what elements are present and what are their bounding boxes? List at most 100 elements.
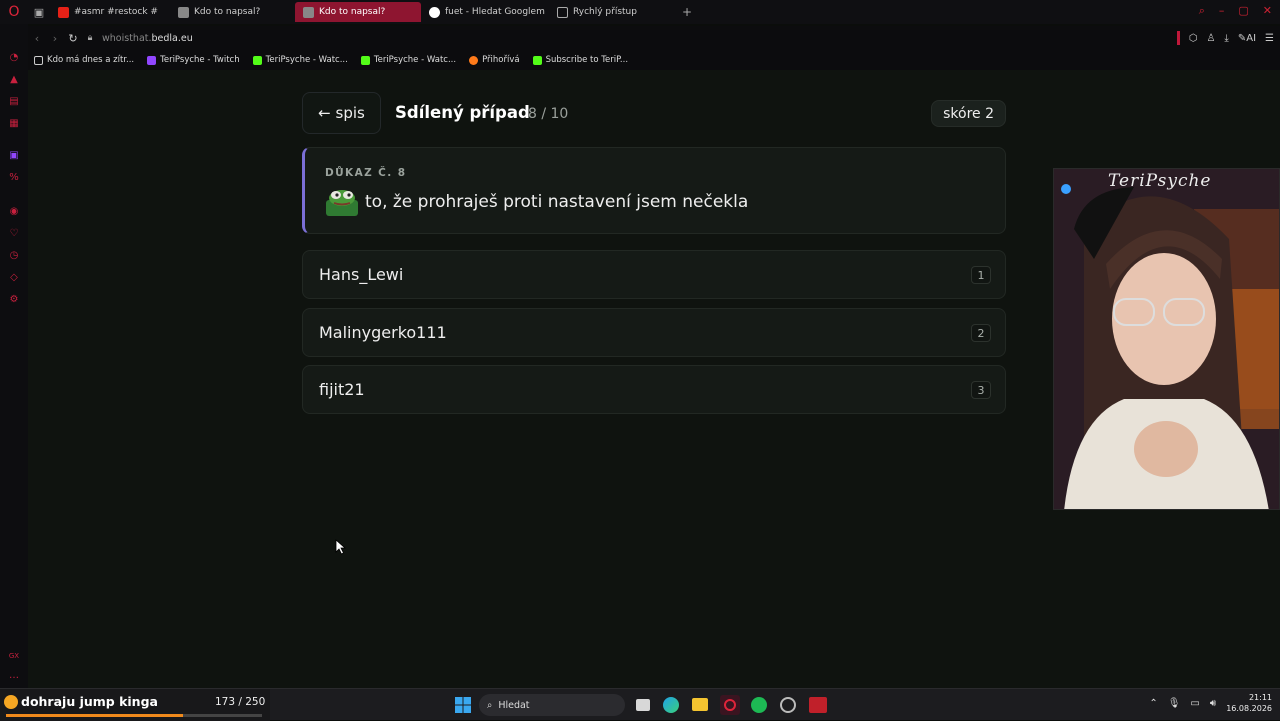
bookmark-3[interactable]: TeriPsyche - Watc... bbox=[360, 55, 457, 65]
answer-option[interactable]: Malinygerko111 2 bbox=[302, 308, 1006, 357]
search-tabs-icon[interactable]: ⌕ bbox=[1199, 4, 1205, 18]
task-view-icon[interactable] bbox=[636, 699, 650, 711]
gx-icon[interactable]: GX bbox=[8, 650, 20, 662]
twitch-icon[interactable]: ▣ bbox=[8, 150, 20, 162]
bookmark-label: Kdo má dnes a zítr... bbox=[47, 55, 135, 65]
tab-0[interactable]: #asmr #restock # bbox=[50, 2, 170, 22]
volume-icon[interactable]: 🔊︎ bbox=[1210, 698, 1216, 709]
back-icon[interactable]: ‹ bbox=[28, 32, 46, 45]
evidence-card: DŮKAZ Č. 8 to, že prohraješ proti nastav… bbox=[302, 147, 1006, 234]
page-icon bbox=[303, 6, 314, 18]
settings-icon[interactable]: ⚙ bbox=[8, 294, 20, 306]
history-icon[interactable]: ◷ bbox=[8, 250, 20, 262]
windows-start-icon[interactable] bbox=[455, 697, 471, 713]
tab-label: Kdo to napsal? bbox=[194, 7, 261, 17]
bookmark-1[interactable]: TeriPsyche - Twitch bbox=[147, 55, 240, 65]
tab-1[interactable]: Kdo to napsal? bbox=[170, 2, 295, 22]
answer-name: Hans_Lewi bbox=[319, 265, 404, 284]
kick-icon bbox=[532, 55, 542, 65]
score-badge: skóre 2 bbox=[931, 100, 1006, 127]
toolbar-right: ⬡ ♙ ⤓ ✎AI ☰ bbox=[1176, 31, 1274, 45]
address-bar: ‹ › ↻ 🔒︎ whoisthat.bedla.eu ⬡ ♙ ⤓ ✎AI ☰ bbox=[28, 26, 1280, 50]
page-icon bbox=[178, 6, 189, 18]
fire-icon bbox=[469, 55, 479, 65]
goal-text: dohraju jump kinga bbox=[21, 694, 158, 709]
streamer-name: TeriPsyche bbox=[1108, 171, 1212, 191]
display-icon[interactable]: ▭ bbox=[1190, 698, 1199, 709]
heart-icon[interactable]: ♡ bbox=[8, 228, 20, 240]
answer-hotkey: 1 bbox=[971, 266, 991, 284]
bookmark-0[interactable]: Kdo má dnes a zítr... bbox=[34, 55, 134, 65]
answer-option[interactable]: fijit21 3 bbox=[302, 365, 1006, 414]
more-icon[interactable]: … bbox=[8, 670, 20, 682]
obs-icon[interactable] bbox=[780, 697, 796, 713]
spotify-icon[interactable] bbox=[751, 697, 767, 713]
close-icon[interactable]: ✕ bbox=[1263, 4, 1272, 18]
chevron-up-icon[interactable]: ⌃ bbox=[1149, 698, 1157, 709]
evidence-text: to, že prohraješ proti nastavení jsem ne… bbox=[365, 192, 749, 212]
tab-4[interactable]: Rychlý přístup bbox=[549, 2, 677, 22]
bookmark-label: Přihořívá bbox=[482, 55, 520, 65]
clock[interactable]: 21:11 16.08.2026 bbox=[1226, 692, 1272, 714]
forward-icon[interactable]: › bbox=[46, 32, 64, 45]
microphone-icon[interactable]: 🎙︎ bbox=[1168, 698, 1181, 709]
menu-icon[interactable]: ☰ bbox=[1265, 33, 1274, 44]
streamer-bot-icon[interactable] bbox=[809, 697, 827, 713]
evidence-label: DŮKAZ Č. 8 bbox=[325, 167, 407, 179]
extensions-icon[interactable]: ⬡ bbox=[1189, 33, 1198, 44]
google-icon bbox=[429, 6, 440, 18]
edge-icon[interactable] bbox=[663, 697, 679, 713]
webcam-overlay: TeriPsyche bbox=[1053, 168, 1280, 510]
tab-strip: O ▣ #asmr #restock # Kdo to napsal? Kdo … bbox=[0, 0, 1280, 24]
search-icon: ⌕ bbox=[487, 699, 493, 711]
workspaces-icon[interactable]: ▣ bbox=[28, 6, 50, 19]
back-to-file-button[interactable]: ← spis bbox=[302, 92, 381, 134]
bookmark-label: Subscribe to TeriP... bbox=[545, 55, 629, 65]
answer-hotkey: 3 bbox=[971, 381, 991, 399]
shopping-icon[interactable]: ▲ bbox=[8, 74, 20, 86]
page-content: ← spis Sdílený případ 8 / 10 skóre 2 DŮK… bbox=[28, 70, 1280, 688]
url-field[interactable]: whoisthat.bedla.eu bbox=[102, 33, 193, 44]
bookmark-label: TeriPsyche - Watc... bbox=[373, 55, 457, 65]
answer-option[interactable]: Hans_Lewi 1 bbox=[302, 250, 1006, 299]
aria-ai-button[interactable]: ✎AI bbox=[1238, 33, 1256, 44]
file-explorer-icon[interactable] bbox=[692, 698, 708, 711]
taskbar-search-input[interactable]: ⌕ Hledat bbox=[479, 694, 625, 716]
aria-icon[interactable]: ◔ bbox=[8, 52, 20, 64]
kick-icon bbox=[360, 55, 370, 65]
tab-2-active[interactable]: Kdo to napsal? bbox=[295, 2, 421, 22]
maximize-icon[interactable]: ▢ bbox=[1238, 4, 1248, 18]
messenger-icon[interactable]: ▤ bbox=[8, 96, 20, 108]
reload-icon[interactable]: ↻ bbox=[64, 32, 82, 45]
percent-icon[interactable]: % bbox=[8, 172, 20, 184]
minimize-icon[interactable]: – bbox=[1219, 4, 1225, 18]
bookmark-4[interactable]: Přihořívá bbox=[469, 55, 520, 65]
ai-label: AI bbox=[1246, 32, 1257, 44]
lock-icon[interactable]: 🔒︎ bbox=[82, 33, 98, 43]
bookmark-2[interactable]: TeriPsyche - Watc... bbox=[252, 55, 348, 65]
clock-date: 16.08.2026 bbox=[1226, 704, 1272, 713]
bookmarks-bar: Kdo má dnes a zítr... TeriPsyche - Twitc… bbox=[28, 50, 1280, 70]
pinboard-icon[interactable]: ◇ bbox=[8, 272, 20, 284]
opera-gx-taskbar-icon[interactable] bbox=[720, 695, 740, 715]
profile-icon[interactable]: ♙ bbox=[1206, 33, 1215, 44]
clock-time: 21:11 bbox=[1248, 693, 1272, 702]
bookmark-label: TeriPsyche - Twitch bbox=[160, 55, 240, 65]
bookmark-5[interactable]: Subscribe to TeriP... bbox=[532, 55, 629, 65]
tab-label: Kdo to napsal? bbox=[319, 7, 386, 17]
opera-ring bbox=[724, 699, 736, 711]
divider bbox=[1176, 31, 1180, 45]
player-icon[interactable]: ◉ bbox=[8, 206, 20, 218]
mail-icon[interactable]: ▦ bbox=[8, 118, 20, 130]
twitch-icon bbox=[147, 55, 157, 65]
page-icon bbox=[34, 55, 43, 65]
new-tab-button[interactable]: + bbox=[677, 2, 697, 22]
tab-3[interactable]: fuet - Hledat Googlem bbox=[421, 2, 549, 22]
stream-goal-widget: dohraju jump kinga 173 / 250 bbox=[0, 689, 270, 721]
smile-emoji-icon bbox=[4, 694, 18, 709]
windows-taskbar: dohraju jump kinga 173 / 250 ⌕ Hledat ⌃ … bbox=[0, 688, 1280, 721]
download-icon[interactable]: ⤓ bbox=[1224, 33, 1228, 44]
opera-logo-icon[interactable]: O bbox=[0, 0, 28, 24]
goal-progress-fill bbox=[6, 714, 184, 717]
goal-title: dohraju jump kinga bbox=[4, 694, 158, 709]
